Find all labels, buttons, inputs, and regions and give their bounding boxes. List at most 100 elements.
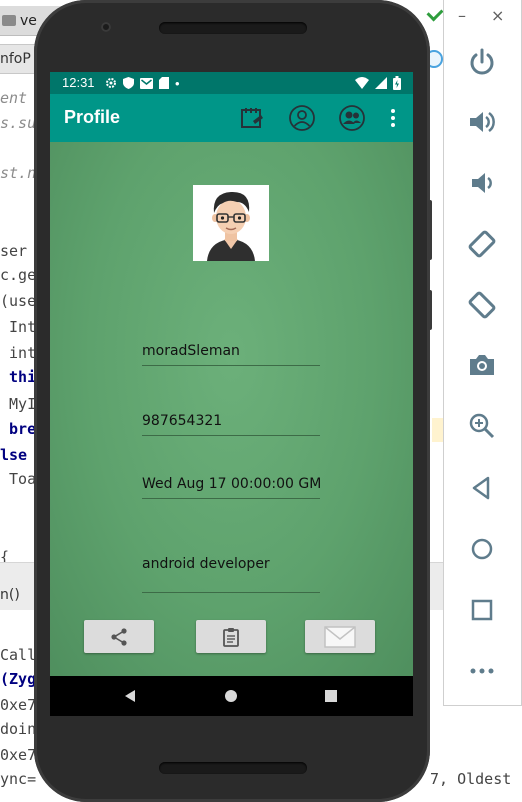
screenshot-button[interactable]	[462, 345, 502, 385]
phone-field[interactable]: 987654321	[142, 413, 320, 436]
notes-button[interactable]	[236, 102, 268, 134]
clipboard-icon	[223, 627, 239, 647]
sd-card-icon	[159, 77, 169, 89]
rotate-right-icon	[468, 291, 496, 319]
nav-back-icon	[125, 690, 135, 702]
share-icon	[111, 627, 127, 646]
envelope-icon	[324, 625, 356, 648]
code-line: MyI	[0, 395, 37, 413]
nav-home-icon	[225, 690, 237, 702]
job-field[interactable]: android developer	[142, 556, 320, 593]
camera-icon	[470, 355, 494, 375]
shield-icon	[123, 77, 134, 89]
overflow-icon	[391, 109, 395, 127]
code-line: ync=	[0, 770, 37, 788]
job-value: android developer	[142, 556, 270, 572]
overview-button[interactable]	[462, 590, 502, 630]
avatar	[193, 185, 269, 261]
avatar-illustration	[193, 185, 269, 261]
clipboard-button[interactable]	[196, 620, 266, 653]
code-line: (Zyg	[0, 670, 37, 688]
overview-icon	[471, 599, 493, 621]
settings-icon	[106, 78, 116, 88]
code-line: thi	[0, 368, 37, 386]
gmail-icon	[140, 77, 153, 89]
code-line: (use	[0, 292, 37, 310]
code-line: lse	[0, 446, 28, 464]
home-button[interactable]	[462, 529, 502, 569]
volume-up-icon	[470, 111, 495, 133]
person-icon	[289, 105, 315, 131]
share-button[interactable]	[84, 620, 154, 653]
code-line: 0xe7	[0, 746, 37, 764]
more-icon	[470, 668, 494, 674]
rotate-left-button[interactable]	[462, 224, 502, 264]
power-icon	[470, 48, 494, 75]
overflow-menu-button[interactable]	[377, 102, 409, 134]
notes-icon	[241, 108, 263, 128]
top-speaker	[159, 22, 307, 34]
volume-down-icon	[472, 173, 492, 193]
status-time: 12:31	[62, 75, 95, 90]
group-icon	[339, 105, 365, 131]
wifi-icon	[355, 77, 369, 89]
code-line: bre	[0, 420, 37, 438]
nav-overview-icon	[325, 690, 337, 702]
code-line: int	[0, 344, 37, 362]
rotate-left-icon	[468, 230, 496, 258]
editor-tab-label: ve	[20, 13, 37, 29]
code-line: ser	[0, 242, 28, 260]
log-fragment: 7, Oldest	[430, 770, 512, 788]
zoom-button[interactable]	[462, 406, 502, 446]
date-value: Wed Aug 17 00:00:00 GM	[142, 476, 320, 492]
email-button[interactable]	[305, 620, 375, 653]
power-button[interactable]	[462, 42, 502, 82]
status-dot: •	[175, 75, 180, 91]
file-tab-label: nfoP	[0, 51, 31, 67]
code-line: c.ge	[0, 266, 37, 284]
home-icon	[471, 538, 493, 560]
folder-icon	[2, 15, 16, 26]
more-button[interactable]	[462, 651, 502, 691]
nav-home-button[interactable]	[221, 686, 241, 706]
phone-value: 987654321	[142, 413, 223, 429]
close-button[interactable]: ×	[491, 6, 504, 25]
bottom-speaker	[159, 762, 307, 774]
minimize-button[interactable]: –	[458, 6, 466, 25]
emulator-control-panel: – ×	[443, 0, 522, 706]
side-volume-key	[428, 200, 432, 260]
front-camera	[101, 22, 111, 32]
date-field[interactable]: Wed Aug 17 00:00:00 GM	[142, 476, 320, 499]
device-screen: 12:31 • Profile moradSleman 987654321 We…	[50, 72, 413, 716]
code-line: s.su	[0, 114, 37, 132]
status-bar: 12:31 •	[50, 72, 413, 94]
username-value: moradSleman	[142, 343, 240, 359]
code-line: Toa	[0, 470, 37, 488]
navigation-bar	[50, 676, 413, 716]
volume-down-button[interactable]	[462, 163, 502, 203]
back-button[interactable]	[462, 468, 502, 508]
code-line: 0xe7	[0, 696, 37, 714]
zoom-icon	[469, 413, 495, 439]
rotate-right-button[interactable]	[462, 285, 502, 325]
code-line: Call	[0, 646, 37, 664]
nav-back-button[interactable]	[120, 686, 140, 706]
profile-content: moradSleman 987654321 Wed Aug 17 00:00:0…	[50, 142, 413, 677]
run-panel-label: n()	[0, 587, 20, 603]
back-icon	[472, 476, 490, 500]
volume-up-button[interactable]	[462, 102, 502, 142]
success-icon	[426, 4, 444, 22]
app-title: Profile	[64, 107, 121, 127]
code-line: st.n	[0, 164, 37, 182]
code-line: doin	[0, 720, 37, 738]
contacts-button[interactable]	[336, 102, 368, 134]
side-power-key	[428, 290, 432, 330]
code-line: ent	[0, 89, 28, 107]
profile-button[interactable]	[286, 102, 318, 134]
signal-icon	[375, 77, 387, 89]
nav-overview-button[interactable]	[321, 686, 341, 706]
battery-icon	[393, 76, 401, 90]
code-line: Int	[0, 318, 37, 336]
app-bar: Profile	[50, 94, 413, 142]
username-field[interactable]: moradSleman	[142, 343, 320, 366]
